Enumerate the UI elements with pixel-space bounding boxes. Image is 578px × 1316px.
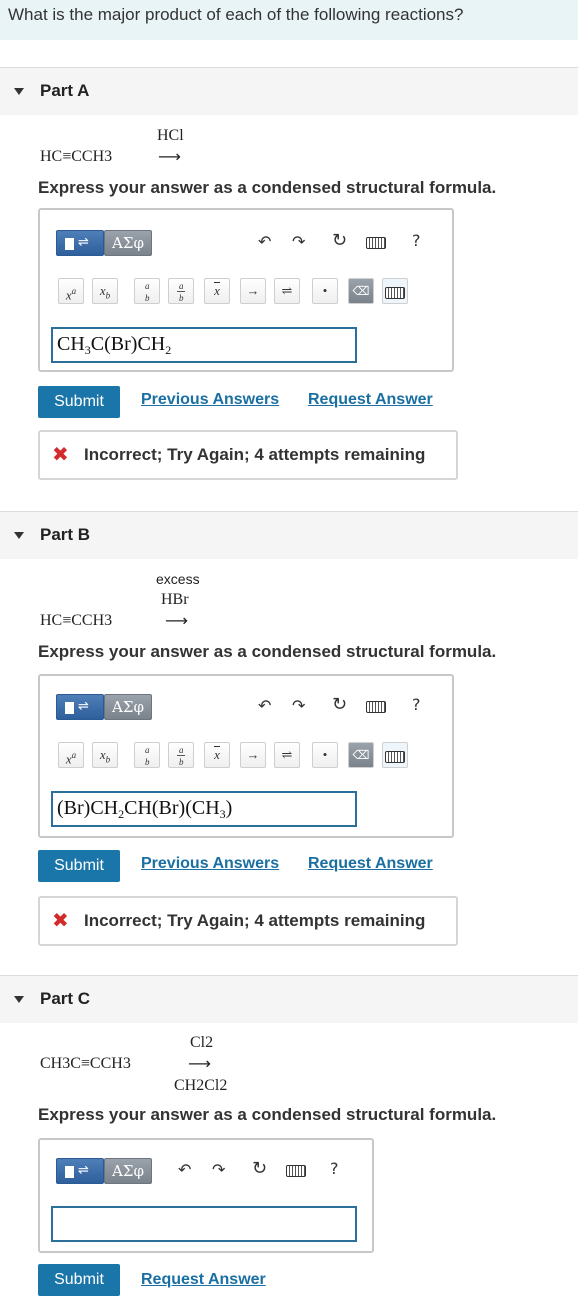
templates-button[interactable]: ⇌ [56,1158,104,1184]
part-b-feedback-text: Incorrect; Try Again; 4 attempts remaini… [84,911,426,930]
reset-icon[interactable]: ↻ [252,1160,267,1178]
part-a-reagent: HCl [157,127,184,144]
equilibrium-button[interactable]: ⇌ [274,278,300,304]
subscript-button[interactable]: xb [92,278,118,304]
error-x-icon: ✖ [52,908,69,932]
arrow-button[interactable]: → [240,742,266,768]
keyboard-icon[interactable] [366,701,386,713]
symbol-toolbar: xa xb ab ab x → ⇌ • ⌫ [58,742,438,768]
part-b-reagent-extra: excess [156,571,200,587]
part-b-reagent: HBr [161,591,189,608]
part-b-instruction: Express your answer as a condensed struc… [38,642,497,661]
part-b-reactant: HC≡CCH3 [40,612,113,629]
part-b-submit-button[interactable]: Submit [38,850,120,882]
collapse-caret-icon[interactable] [14,532,24,539]
keyboard-toggle-icon[interactable] [382,278,408,304]
part-c-answer-input[interactable] [51,1206,357,1242]
part-b-title: Part B [40,525,91,544]
help-button[interactable]: ? [330,1161,339,1177]
part-a-reactant: HC≡CCH3 [40,148,113,165]
help-button[interactable]: ? [412,697,421,713]
part-c-submit-button[interactable]: Submit [38,1264,120,1296]
greek-symbols-button[interactable]: ΑΣφ [104,694,152,720]
dot-button[interactable]: • [312,742,338,768]
part-c-request-answer-link[interactable]: Request Answer [141,1271,266,1289]
reset-icon[interactable]: ↻ [332,696,347,714]
superscript-button[interactable]: xa [58,278,84,304]
part-a-feedback: ✖ Incorrect; Try Again; 4 attempts remai… [38,430,458,480]
greek-symbols-button[interactable]: ΑΣφ [104,1158,152,1184]
reset-icon[interactable]: ↻ [332,232,347,250]
dot-button[interactable]: • [312,278,338,304]
superscript-button[interactable]: xa [58,742,84,768]
part-b-header[interactable]: Part B [0,511,578,559]
equilibrium-button[interactable]: ⇌ [274,742,300,768]
part-a-previous-answers-link[interactable]: Previous Answers [141,391,279,409]
part-a-title: Part A [40,81,90,100]
arrow-button[interactable]: → [240,278,266,304]
error-x-icon: ✖ [52,442,69,466]
part-c-answer-editor: ⇌ ΑΣφ ↶ ↷ ↻ ? [38,1138,374,1253]
part-a-answer-input[interactable]: CH3C(Br)CH2 [51,327,357,363]
part-b-answer-editor: ⇌ ΑΣφ ↶ ↷ ↻ ? xa xb ab ab x → ⇌ • ⌫ (Br)… [38,674,454,838]
undo-icon[interactable]: ↶ [178,1162,191,1178]
collapse-caret-icon[interactable] [14,88,24,95]
template-icon [65,1166,74,1178]
keyboard-icon[interactable] [286,1165,306,1177]
keyboard-icon[interactable] [366,237,386,249]
fraction-button[interactable]: ab [134,278,160,304]
part-b-request-answer-link[interactable]: Request Answer [308,855,433,873]
fraction-bar-button[interactable]: ab [168,742,194,768]
overline-button[interactable]: x [204,742,230,768]
part-c-reactant: CH3C≡CCH3 [40,1055,131,1072]
templates-button[interactable]: ⇌ [56,694,104,720]
part-c-title: Part C [40,989,91,1008]
part-b-answer-input[interactable]: (Br)CH2CH(Br)(CH3) [51,791,357,827]
redo-icon[interactable]: ↷ [292,698,305,714]
undo-icon[interactable]: ↶ [258,698,271,714]
delete-icon[interactable]: ⌫ [348,742,374,768]
reaction-arrow-icon: ⟶ [158,147,181,166]
fraction-bar-button[interactable]: ab [168,278,194,304]
template-icon [65,702,74,714]
part-b-previous-answers-link[interactable]: Previous Answers [141,855,279,873]
part-b-feedback: ✖ Incorrect; Try Again; 4 attempts remai… [38,896,458,946]
reaction-arrow-icon: ⟶ [188,1054,211,1073]
overline-button[interactable]: x [204,278,230,304]
part-c-instruction: Express your answer as a condensed struc… [38,1105,497,1124]
keyboard-toggle-icon[interactable] [382,742,408,768]
part-c-header[interactable]: Part C [0,975,578,1023]
collapse-caret-icon[interactable] [14,996,24,1003]
greek-symbols-button[interactable]: ΑΣφ [104,230,152,256]
fraction-button[interactable]: ab [134,742,160,768]
part-c-reagent: Cl2 [190,1034,214,1051]
template-icon [65,238,74,250]
part-a-answer-editor: ⇌ ΑΣφ ↶ ↷ ↻ ? xa xb ab ab x → ⇌ • ⌫ CH3C… [38,208,454,372]
part-c-solvent: CH2Cl2 [174,1077,228,1094]
undo-icon[interactable]: ↶ [258,234,271,250]
templates-button[interactable]: ⇌ [56,230,104,256]
question-text: What is the major product of each of the… [8,5,464,24]
part-a-request-answer-link[interactable]: Request Answer [308,391,433,409]
delete-icon[interactable]: ⌫ [348,278,374,304]
subscript-button[interactable]: xb [92,742,118,768]
question-bar: What is the major product of each of the… [0,0,578,40]
redo-icon[interactable]: ↷ [212,1162,225,1178]
part-a-instruction: Express your answer as a condensed struc… [38,178,497,197]
part-a-submit-button[interactable]: Submit [38,386,120,418]
part-a-feedback-text: Incorrect; Try Again; 4 attempts remaini… [84,445,426,464]
symbol-toolbar: xa xb ab ab x → ⇌ • ⌫ [58,278,438,304]
part-a-header[interactable]: Part A [0,67,578,115]
help-button[interactable]: ? [412,233,421,249]
redo-icon[interactable]: ↷ [292,234,305,250]
reaction-arrow-icon: ⟶ [165,611,188,630]
